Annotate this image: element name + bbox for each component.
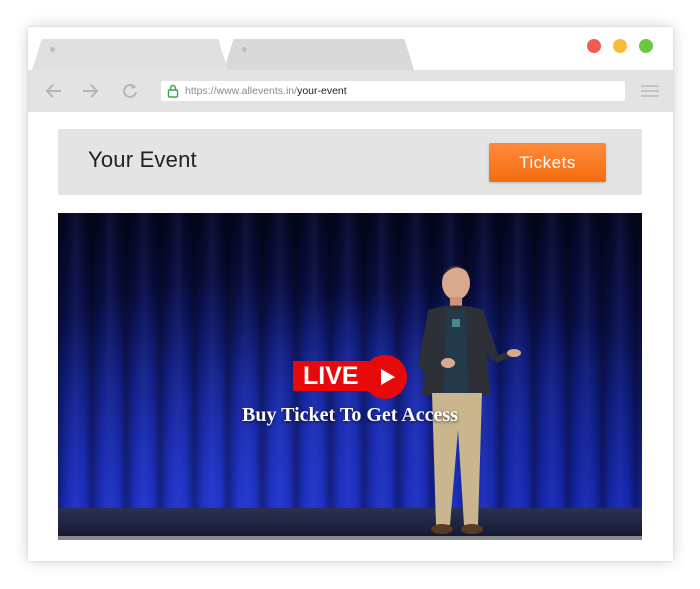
tab-bar [28,27,673,70]
tickets-button[interactable]: Tickets [489,143,606,182]
lock-icon [167,84,179,98]
window-controls [587,39,653,53]
browser-tab-active[interactable] [32,39,228,70]
browser-window: https://www.allevents.in/your-event Your… [28,27,673,561]
event-header: Your Event Tickets [58,129,642,195]
live-label: LIVE [293,361,371,391]
tab-favicon-icon [242,47,247,52]
video-progress-bar[interactable] [58,536,642,540]
stage-floor [58,508,642,536]
arrow-left-icon[interactable] [44,81,64,101]
event-title: Your Event [88,147,197,172]
live-video-player[interactable]: LIVE Buy Ticket To Get Access [58,213,642,540]
play-button[interactable] [363,355,407,399]
url-prefix: https://www.allevents.in/ [185,85,298,97]
speaker-figure [418,266,521,534]
hamburger-menu-icon[interactable] [641,84,659,98]
browser-tab-inactive[interactable] [224,39,414,70]
reload-icon[interactable] [120,81,140,101]
page-content: Your Event Tickets LIVE Buy Ticket To Ge… [28,112,673,561]
minimize-window-icon[interactable] [613,39,627,53]
tab-favicon-icon [50,47,55,52]
maximize-window-icon[interactable] [639,39,653,53]
live-badge[interactable]: LIVE [293,355,409,399]
play-icon [381,369,395,385]
arrow-right-icon[interactable] [80,81,100,101]
access-message: Buy Ticket To Get Access [242,404,458,426]
close-window-icon[interactable] [587,39,601,53]
url-path: your-event [297,85,347,97]
browser-toolbar: https://www.allevents.in/your-event [28,70,673,112]
address-bar[interactable]: https://www.allevents.in/your-event [161,81,625,101]
